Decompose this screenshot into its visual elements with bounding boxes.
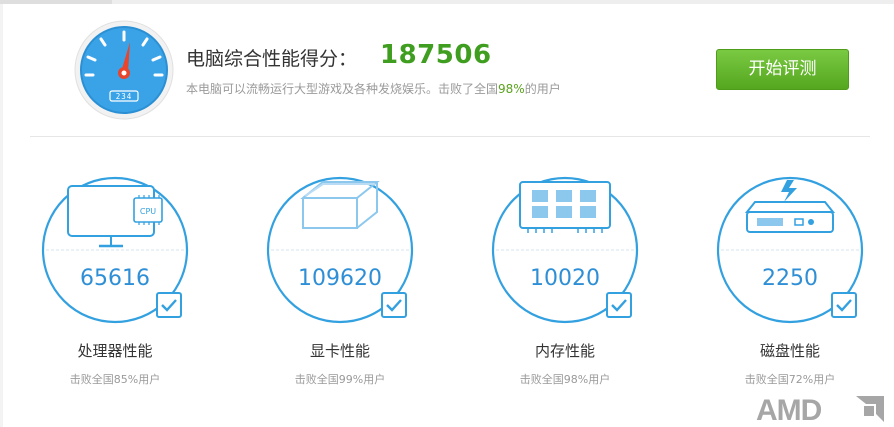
cpu-ring: CPU <box>41 176 189 324</box>
total-score: 187506 <box>380 40 492 70</box>
gpu-label: 显卡性能 <box>309 342 370 360</box>
amd-logo: AMD <box>756 394 884 424</box>
gpu-score: 109620 <box>298 266 382 291</box>
memory-card[interactable]: 10020 内存性能 击败全国98%用户 <box>490 176 686 396</box>
disk-rank: 击败全国72%用户 <box>744 373 836 386</box>
score-description-suffix: 的用户 <box>524 82 561 96</box>
checkbox-checked-icon[interactable] <box>381 292 407 318</box>
top-border <box>0 0 894 4</box>
memory-label: 内存性能 <box>534 342 595 360</box>
cpu-score: 65616 <box>80 266 150 291</box>
memory-rank: 击败全国98%用户 <box>519 373 611 386</box>
checkbox-checked-icon[interactable] <box>606 292 632 318</box>
cpu-label: 处理器性能 <box>77 342 153 360</box>
left-border <box>0 4 3 427</box>
cpu-rank: 击败全国85%用户 <box>69 373 161 386</box>
score-description-prefix: 本电脑可以流畅运行大型游戏及各种发烧娱乐。击败了全国 <box>186 82 499 96</box>
start-benchmark-button[interactable]: 开始评测 <box>716 49 849 90</box>
disk-label: 磁盘性能 <box>759 342 820 360</box>
score-title: 电脑综合性能得分： <box>186 48 358 70</box>
ram-module-icon <box>519 181 611 233</box>
memory-score: 10020 <box>530 266 600 291</box>
disk-ring <box>716 176 864 324</box>
section-divider <box>30 136 870 137</box>
disk-card[interactable]: 2250 磁盘性能 击败全国72%用户 <box>715 176 894 396</box>
checkbox-checked-icon[interactable] <box>156 292 182 318</box>
gpu-ring <box>266 176 414 324</box>
cpu-card[interactable]: CPU 65616 处理器性能 击败全国85%用户 <box>40 176 236 396</box>
svg-text:AMD: AMD <box>756 394 822 424</box>
disk-score: 2250 <box>762 266 818 291</box>
gauge-readout: 234 <box>116 92 133 101</box>
speedometer-icon: 234 <box>74 20 174 120</box>
score-description-percent: 98% <box>498 82 525 96</box>
score-description: 本电脑可以流畅运行大型游戏及各种发烧娱乐。击败了全国98%的用户 <box>186 80 561 97</box>
gpu-card[interactable]: 109620 显卡性能 击败全国99%用户 <box>265 176 461 396</box>
checkbox-checked-icon[interactable] <box>831 292 857 318</box>
gpu-rank: 击败全国99%用户 <box>294 373 386 386</box>
cpu-chip-label: CPU <box>140 207 156 216</box>
memory-ring <box>491 176 639 324</box>
cpu-monitor-icon: CPU <box>67 185 163 248</box>
